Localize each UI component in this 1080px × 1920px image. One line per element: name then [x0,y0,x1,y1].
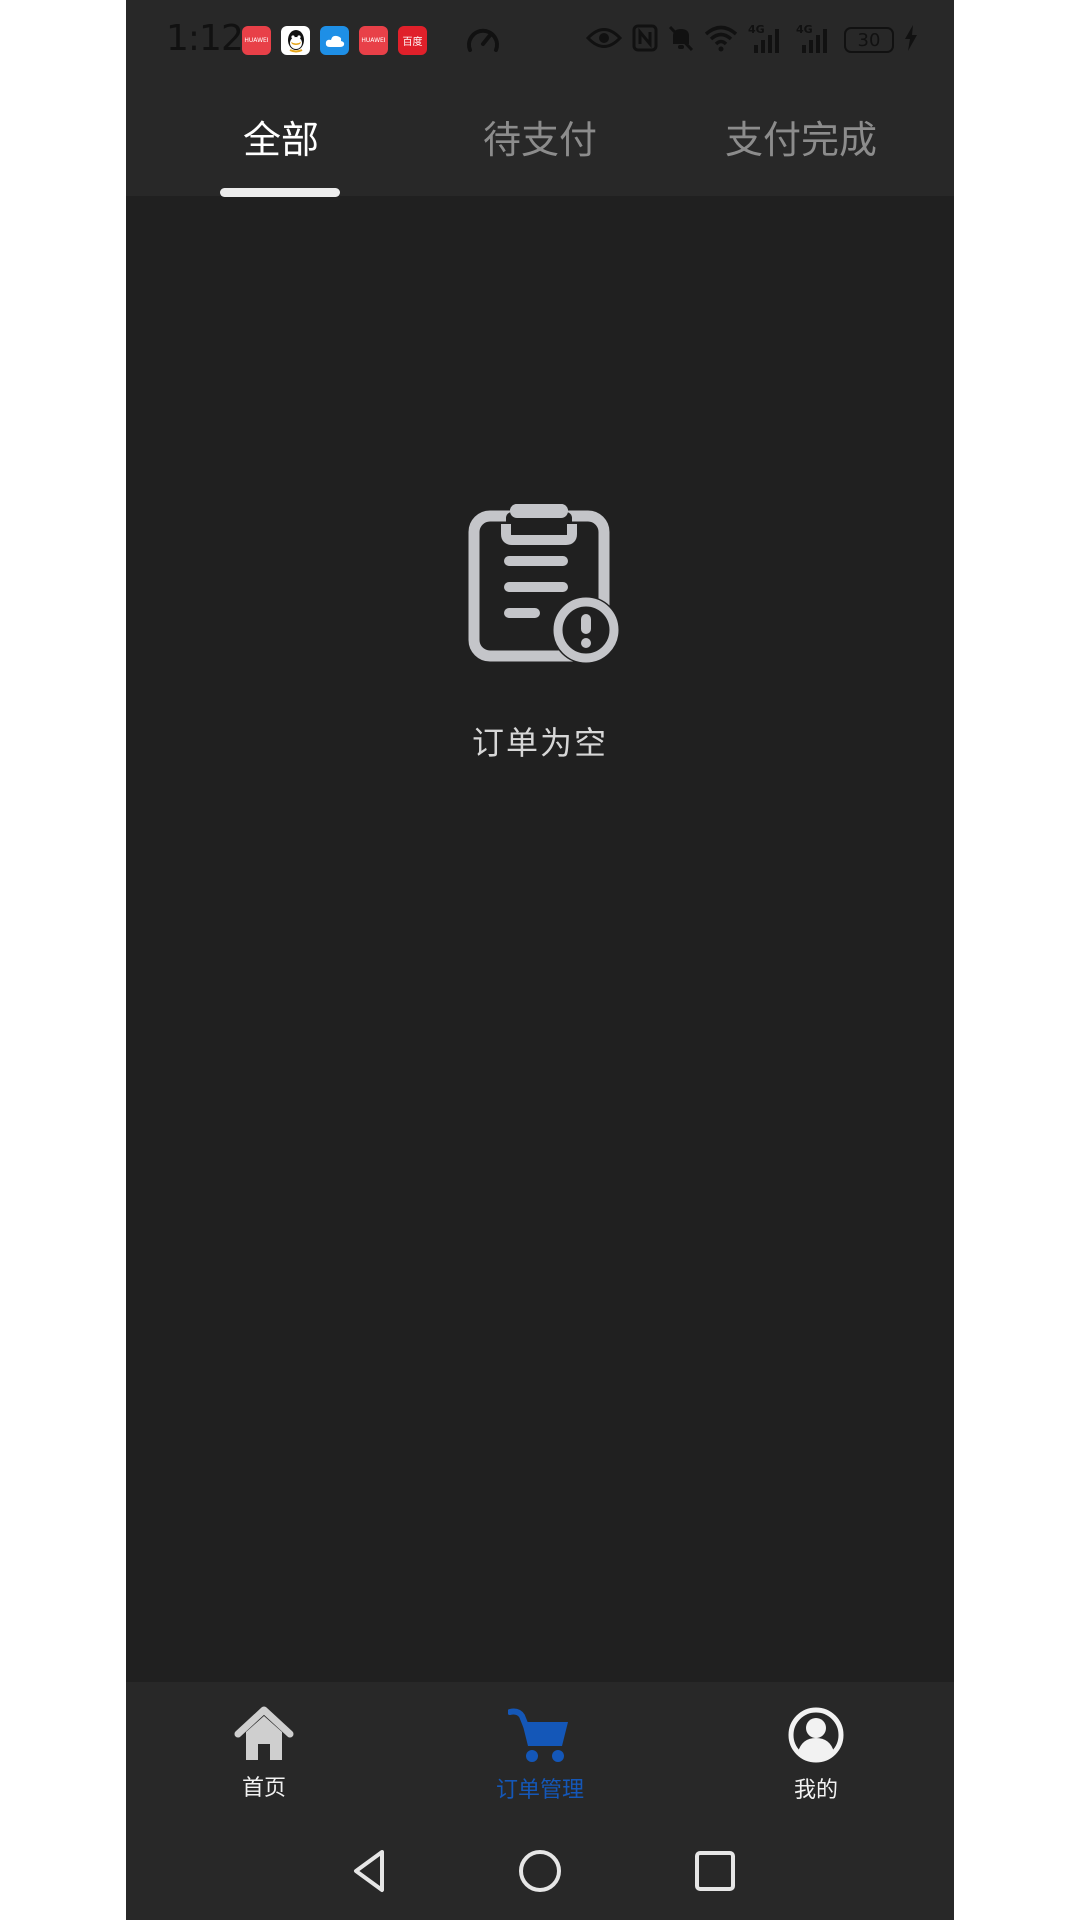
nav-home-label: 首页 [241,1776,286,1801]
news-app-icon: 百度 [398,26,427,55]
mute-icon [668,24,694,56]
nav-order-management-label: 订单管理 [495,1778,584,1803]
news-app-label: 百度 [402,37,423,48]
home-icon [234,1706,294,1766]
huawei-app-icon: HUAWEI [359,26,388,55]
active-tab-indicator [220,188,340,197]
bottom-navigation: 首页 订单管理 我的 [126,1682,954,1822]
notification-app-icons: HUAWEI HUAWEI 百度 [242,26,427,55]
status-bar: 1:12 HUAWEI HUAWEI 百度 4G 4G 30 [126,0,954,82]
tab-pending-payment[interactable]: 待支付 [410,82,670,196]
huawei-app-icon: HUAWEI [242,26,271,55]
charging-icon [904,25,918,55]
cloud-icon [320,26,349,55]
phone-screen: 1:12 HUAWEI HUAWEI 百度 4G 4G 30 全部 待支付 支付… [126,0,954,1920]
system-navigation-bar [126,1822,954,1920]
empty-state-message: 订单为空 [471,724,608,762]
huawei-app-label: HUAWEI [244,37,269,44]
back-button[interactable] [346,1846,396,1896]
nav-home[interactable]: 首页 [164,1706,364,1802]
nav-mine-label: 我的 [793,1778,838,1803]
tab-payment-completed[interactable]: 支付完成 [671,82,931,196]
signal-4g-icon: 4G [748,23,786,55]
battery-indicator: 30 [844,27,894,53]
battery-level: 30 [857,29,881,51]
tab-all[interactable]: 全部 [151,82,411,196]
order-filter-tabs: 全部 待支付 支付完成 [126,82,954,197]
huawei-app-label: HUAWEI [361,37,386,44]
nav-order-management[interactable]: 订单管理 [440,1706,640,1804]
system-status-icons: 4G 4G 30 [585,23,918,56]
nfc-icon [632,24,658,56]
recents-button[interactable] [690,1846,740,1896]
profile-icon [787,1706,845,1768]
signal-4g-icon: 4G [796,23,834,55]
home-button[interactable] [515,1846,565,1896]
clipboard-alert-icon [466,500,626,668]
qq-icon [281,26,310,55]
nav-mine[interactable]: 我的 [716,1706,916,1804]
home-circle-icon [519,1850,561,1892]
cart-icon [507,1706,572,1768]
wifi-icon [704,24,738,56]
back-triangle-icon [354,1850,384,1892]
speedometer-icon [466,24,500,58]
eye-comfort-icon [585,27,623,53]
status-time: 1:12 [166,18,244,59]
recents-square-icon [695,1851,735,1891]
